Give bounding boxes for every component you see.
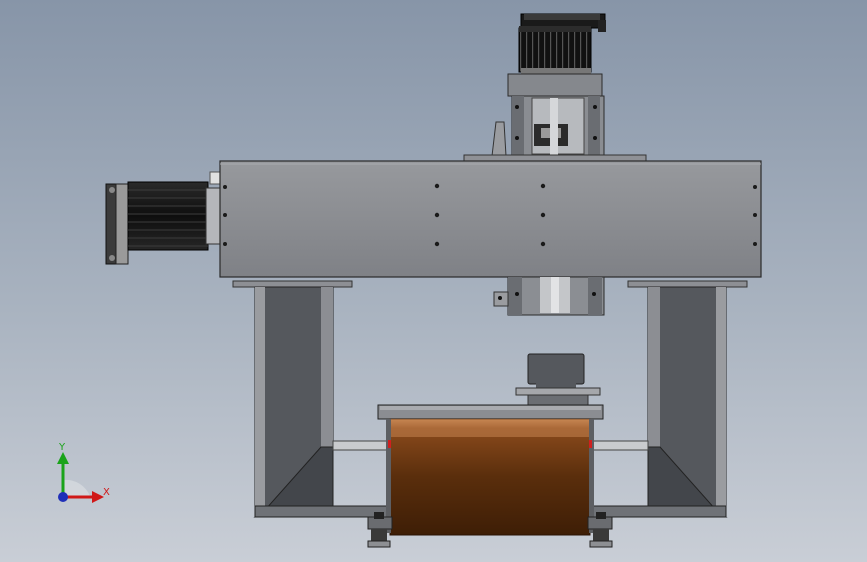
left-leg[interactable]	[253, 286, 391, 518]
axis-triad: Y X	[48, 440, 118, 510]
z-axis-lower-slide[interactable]	[493, 276, 605, 316]
cad-3d-viewport[interactable]	[0, 0, 867, 562]
axis-x-label: X	[103, 487, 110, 498]
y-axis-carriage[interactable]	[377, 404, 604, 536]
z-axis-dot	[58, 492, 68, 502]
gantry-beam[interactable]	[219, 160, 762, 288]
tool-holder[interactable]	[515, 353, 601, 406]
x-axis-motor[interactable]	[105, 171, 221, 265]
right-leg[interactable]	[590, 286, 728, 518]
axis-y-label: Y	[59, 442, 66, 453]
z-axis-slide[interactable]	[463, 73, 647, 163]
z-axis-motor[interactable]	[518, 13, 606, 74]
